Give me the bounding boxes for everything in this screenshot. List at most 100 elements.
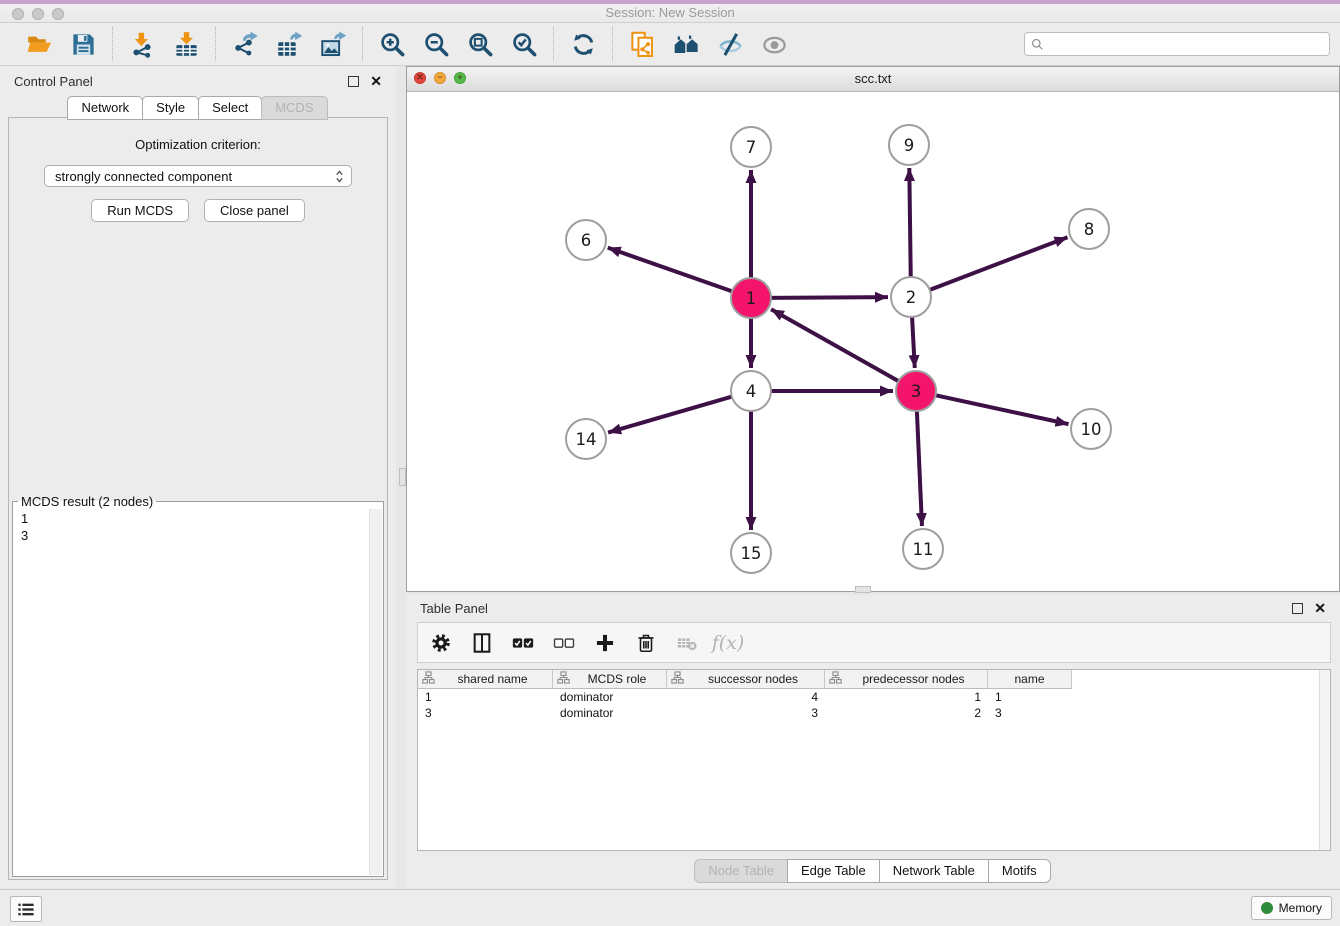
graph-edge-2-8[interactable] (928, 237, 1068, 290)
table-float-panel-icon[interactable] (1292, 603, 1303, 614)
close-panel-button[interactable]: Close panel (204, 199, 305, 222)
column-header-shared-name[interactable]: shared name (418, 670, 553, 689)
column-header-predecessor-nodes[interactable]: predecessor nodes (825, 670, 988, 689)
tab-network[interactable]: Network (67, 96, 143, 120)
graph-edge-3-11[interactable] (917, 409, 922, 526)
tab-select[interactable]: Select (198, 96, 262, 120)
criterion-select[interactable]: strongly connected component (44, 165, 352, 187)
control-panel-tabs: NetworkStyleSelectMCDS (0, 96, 396, 120)
hide-selected-icon[interactable] (714, 28, 746, 60)
table-cell[interactable]: 1 (418, 689, 553, 705)
graph-node-2[interactable]: 2 (891, 277, 931, 317)
clone-network-icon[interactable] (626, 28, 658, 60)
select-chevrons-icon (335, 169, 344, 184)
show-columns-icon[interactable] (469, 630, 495, 656)
table-scrollbar[interactable] (1319, 670, 1330, 850)
table-cell[interactable]: 1 (988, 689, 1072, 705)
delete-columns-icon[interactable] (633, 630, 659, 656)
mcds-result-node[interactable]: 1 (21, 510, 363, 527)
criterion-selected-value: strongly connected component (55, 169, 335, 184)
select-all-columns-icon[interactable] (510, 630, 536, 656)
mcds-result-node[interactable]: 3 (21, 527, 363, 544)
result-scrollbar[interactable] (369, 509, 382, 875)
tab-motifs[interactable]: Motifs (988, 859, 1051, 883)
column-type-icon (422, 671, 437, 687)
export-image-icon[interactable] (317, 28, 349, 60)
graph-node-11[interactable]: 11 (903, 529, 943, 569)
show-panels-button[interactable] (10, 896, 42, 922)
export-network-icon[interactable] (229, 28, 261, 60)
graph-node-8[interactable]: 8 (1069, 209, 1109, 249)
column-header-MCDS-role[interactable]: MCDS role (553, 670, 667, 689)
table-header-row: shared nameMCDS rolesuccessor nodesprede… (418, 670, 1330, 689)
tab-mcds[interactable]: MCDS (261, 96, 327, 120)
memory-label: Memory (1279, 901, 1322, 915)
graph-edge-1-2[interactable] (769, 297, 888, 298)
float-panel-icon[interactable] (348, 76, 359, 87)
table-cell[interactable]: 2 (825, 705, 988, 721)
graph-edge-1-6[interactable] (608, 248, 734, 292)
import-table-icon[interactable] (170, 28, 202, 60)
table-cell[interactable]: 3 (418, 705, 553, 721)
search-input[interactable] (1048, 34, 1323, 54)
table-cell[interactable]: 4 (667, 689, 825, 705)
column-type-icon (557, 671, 572, 687)
graph-edge-3-10[interactable] (934, 395, 1069, 424)
run-mcds-button[interactable]: Run MCDS (91, 199, 189, 222)
open-session-icon[interactable] (23, 28, 55, 60)
graph-node-label: 10 (1081, 420, 1102, 439)
column-header-successor-nodes[interactable]: successor nodes (667, 670, 825, 689)
network-overview-icon[interactable] (670, 28, 702, 60)
graph-edge-3-1[interactable] (771, 309, 900, 382)
graph-node-10[interactable]: 10 (1071, 409, 1111, 449)
zoom-selected-icon[interactable] (508, 28, 540, 60)
table-close-panel-icon[interactable]: ✕ (1314, 603, 1326, 614)
table-cell[interactable]: 3 (988, 705, 1072, 721)
graph-edge-2-3[interactable] (912, 315, 915, 368)
import-network-icon[interactable] (126, 28, 158, 60)
zoom-in-icon[interactable] (376, 28, 408, 60)
unselect-all-columns-icon[interactable] (551, 630, 577, 656)
mcds-result-box: MCDS result (2 nodes) 13 (12, 494, 384, 877)
column-header-name[interactable]: name (988, 670, 1072, 689)
table-row[interactable]: 1dominator411 (418, 689, 1330, 705)
table-cell[interactable]: 3 (667, 705, 825, 721)
search-box[interactable] (1024, 32, 1330, 56)
memory-button[interactable]: Memory (1251, 896, 1332, 920)
tab-edge-table[interactable]: Edge Table (787, 859, 880, 883)
graph-edge-4-14[interactable] (608, 396, 734, 433)
mcds-result-list[interactable]: 13 (14, 509, 370, 875)
table-row[interactable]: 3dominator323 (418, 705, 1330, 721)
table-tabs: Node TableEdge TableNetwork TableMotifs (406, 859, 1340, 883)
create-column-icon[interactable] (592, 630, 618, 656)
close-panel-icon[interactable]: ✕ (370, 76, 382, 87)
table-cell[interactable]: dominator (553, 689, 667, 705)
apply-layout-icon[interactable] (567, 28, 599, 60)
panel-divider-grip[interactable] (399, 468, 406, 486)
table-cell[interactable]: 1 (825, 689, 988, 705)
graph-node-4[interactable]: 4 (731, 371, 771, 411)
graph-node-6[interactable]: 6 (566, 220, 606, 260)
graph-node-1[interactable]: 1 (731, 278, 771, 318)
status-bar: Memory (0, 889, 1340, 926)
column-type-icon (829, 671, 844, 687)
tab-network-table[interactable]: Network Table (879, 859, 989, 883)
export-table-icon[interactable] (273, 28, 305, 60)
delete-table-icon (674, 630, 700, 656)
graph-node-7[interactable]: 7 (731, 127, 771, 167)
graph-node-15[interactable]: 15 (731, 533, 771, 573)
graph-edge-2-9[interactable] (909, 168, 910, 279)
control-panel-title: Control Panel (14, 74, 93, 89)
tab-style[interactable]: Style (142, 96, 199, 120)
zoom-out-icon[interactable] (420, 28, 452, 60)
save-session-icon[interactable] (67, 28, 99, 60)
zoom-fit-icon[interactable] (464, 28, 496, 60)
table-cell[interactable]: dominator (553, 705, 667, 721)
graph-node-14[interactable]: 14 (566, 419, 606, 459)
network-canvas[interactable]: 7 9 6 8 1 2 4 3 14 10 15 11 (407, 91, 1339, 591)
graph-node-9[interactable]: 9 (889, 125, 929, 165)
graph-node-3[interactable]: 3 (896, 371, 936, 411)
panel-divider-grip-horizontal[interactable] (855, 586, 871, 593)
tab-node-table[interactable]: Node Table (694, 859, 788, 883)
settings-icon[interactable] (428, 630, 454, 656)
